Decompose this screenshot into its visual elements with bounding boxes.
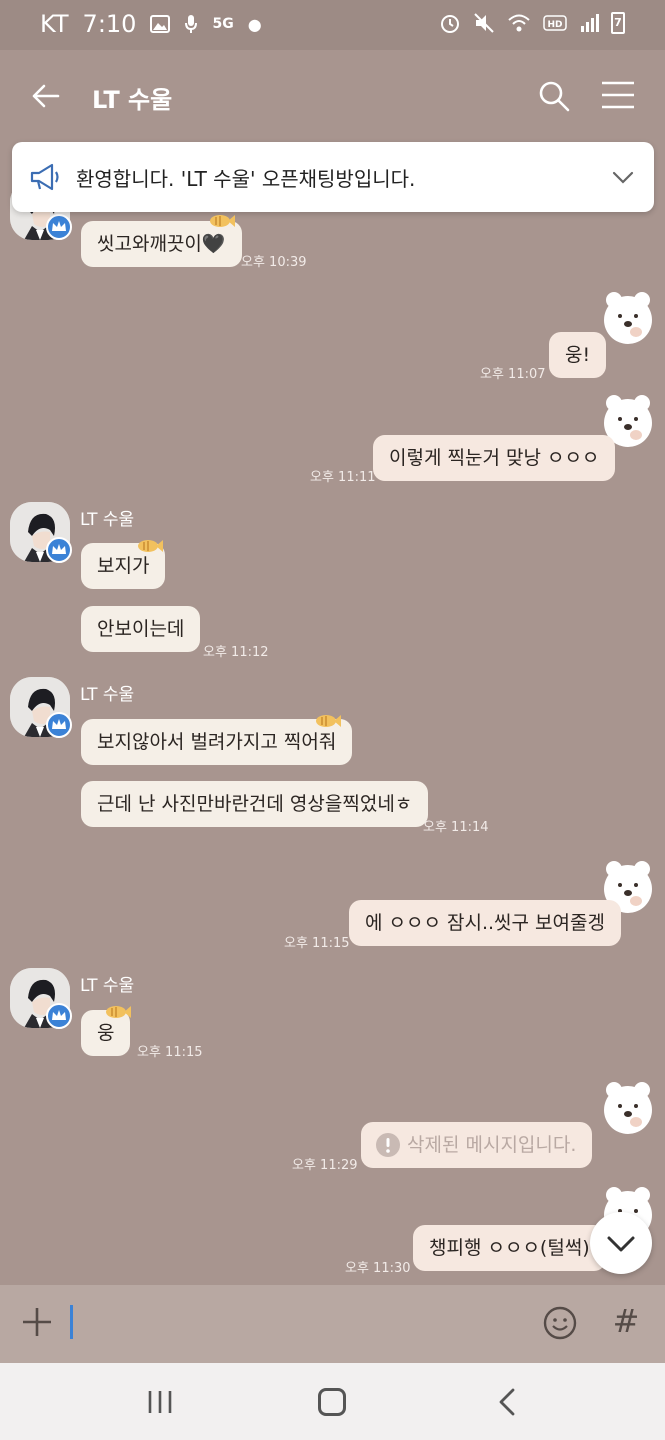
deleted-message-bubble[interactable]: 삭제된 메시지입니다.: [361, 1122, 593, 1168]
crown-badge-icon: [46, 537, 72, 563]
dot-icon: ●: [247, 14, 262, 34]
crown-badge-icon: [46, 1003, 72, 1029]
clock-label: 7:10: [82, 10, 137, 38]
battery-icon: 7: [611, 12, 625, 34]
message-bubble[interactable]: 이렇게 찍눈거 맞낭 ㅇㅇㅇ: [373, 435, 616, 481]
status-left: KT 7:10 5G ●: [40, 10, 262, 38]
home-icon[interactable]: [318, 1388, 346, 1416]
crown-badge-icon: [46, 214, 72, 240]
fish-sticker-icon: [316, 715, 341, 727]
hashtag-icon[interactable]: #: [608, 1303, 644, 1339]
message-time: 오후 11:14: [423, 820, 489, 835]
message-input[interactable]: [70, 1305, 73, 1339]
message-bubble[interactable]: 안보이는데: [81, 606, 201, 652]
fish-sticker-icon: [106, 1006, 131, 1018]
wifi-icon: [508, 14, 530, 32]
message-time: 오후 11:11: [310, 470, 376, 485]
message-bubble[interactable]: 웅!: [549, 332, 607, 378]
bear-avatar-icon: [604, 292, 652, 344]
back-arrow-icon[interactable]: [28, 78, 64, 114]
warning-icon: [376, 1133, 400, 1157]
emoji-icon[interactable]: [542, 1305, 578, 1341]
message-time: 오후 11:15: [137, 1045, 203, 1060]
message-bubble[interactable]: 챙피행 ㅇㅇㅇ(털썩): [413, 1225, 606, 1271]
carrier-label: KT: [40, 10, 69, 38]
message-time: 오후 11:29: [292, 1158, 358, 1173]
network-label: 5G: [212, 16, 234, 32]
message-time: 오후 11:15: [284, 936, 350, 951]
bear-avatar-icon: [604, 1082, 652, 1134]
mic-icon: [185, 15, 198, 33]
chevron-down-icon: [607, 1236, 635, 1252]
fish-sticker-icon: [210, 215, 235, 227]
gallery-icon: [150, 15, 171, 33]
status-bar: KT 7:10 5G ● HD 7: [0, 0, 665, 50]
plus-icon[interactable]: [20, 1305, 54, 1339]
hd-icon: HD: [543, 15, 567, 31]
notice-banner[interactable]: 환영합니다. 'LT 수울' 오픈채팅방입니다.: [12, 142, 654, 212]
message-input-bar: #: [0, 1285, 665, 1363]
signal-icon: [581, 14, 599, 32]
menu-icon[interactable]: [600, 80, 636, 110]
chevron-down-icon[interactable]: [610, 164, 636, 190]
scroll-to-bottom-button[interactable]: [590, 1212, 652, 1274]
message-time: 오후 11:07: [480, 367, 546, 382]
message-bubble[interactable]: 에 ㅇㅇㅇ 잠시..씻구 보여줄겡: [349, 900, 621, 946]
sender-name: LT 수울: [80, 976, 135, 996]
recent-apps-icon[interactable]: [146, 1389, 174, 1415]
status-right: HD 7: [439, 12, 625, 34]
alarm-icon: [441, 15, 459, 33]
chat-header: LT 수울: [0, 50, 665, 142]
message-bubble[interactable]: 근데 난 사진만바란건데 영상을찍었네ㅎ: [81, 781, 429, 827]
message-time: 오후 10:39: [241, 255, 307, 270]
message-bubble[interactable]: 보지않아서 벌려가지고 찍어줘: [81, 719, 353, 765]
crown-badge-icon: [46, 712, 72, 738]
sender-name: LT 수울: [80, 685, 135, 705]
message-time: 오후 11:30: [345, 1261, 411, 1276]
mute-icon: [474, 13, 494, 33]
fish-sticker-icon: [138, 540, 163, 552]
system-nav-bar: [0, 1363, 665, 1440]
message-time: 오후 11:12: [203, 645, 269, 660]
megaphone-icon: [30, 163, 59, 191]
room-title: LT 수울: [92, 86, 173, 114]
sender-name: LT 수울: [80, 510, 135, 530]
deleted-message-text: 삭제된 메시지입니다.: [407, 1134, 577, 1156]
svg-text:HD: HD: [547, 20, 562, 30]
nav-back-icon[interactable]: [496, 1387, 518, 1417]
notice-text: 환영합니다. 'LT 수울' 오픈채팅방입니다.: [76, 166, 416, 191]
search-icon[interactable]: [536, 78, 572, 114]
battery-label: 7: [614, 16, 622, 29]
